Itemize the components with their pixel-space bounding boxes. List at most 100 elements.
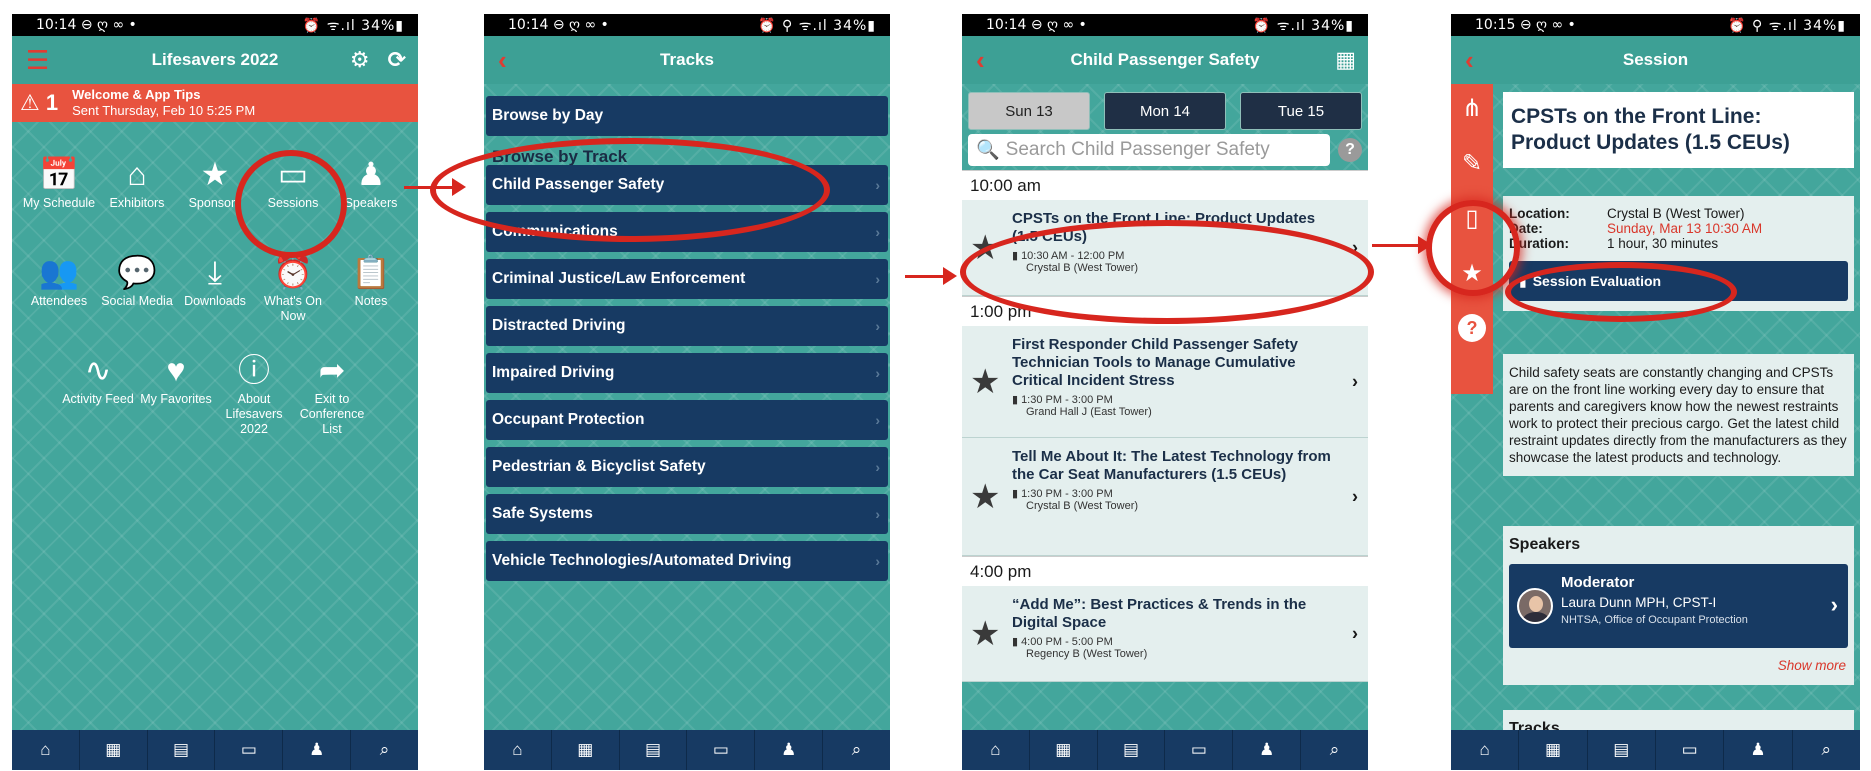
refresh-icon[interactable]: ⟳ (388, 47, 406, 73)
date-label: Date: (1509, 221, 1543, 236)
share-icon[interactable]: ⋔ (1462, 94, 1482, 123)
status-time: 10:14 (508, 17, 549, 33)
star-icon[interactable]: ★ (970, 362, 1000, 402)
home-icon[interactable]: ⌂ (12, 730, 80, 770)
home-icon[interactable]: ⌂ (484, 730, 552, 770)
tile-downloads[interactable]: ⤓ Downloads (176, 250, 254, 348)
day-tab[interactable]: Tue 15 (1240, 92, 1362, 130)
search-input[interactable]: 🔍 Search Child Passenger Safety (968, 134, 1330, 166)
speaker-row[interactable]: Moderator Laura Dunn MPH, CPST-I NHTSA, … (1509, 564, 1848, 648)
track-item[interactable]: Pedestrian & Bicyclist Safety › (486, 447, 888, 487)
app-header: ‹ Tracks (484, 36, 890, 84)
track-item[interactable]: Vehicle Technologies/Automated Driving › (486, 541, 888, 581)
tile-my-favorites[interactable]: ♥ My Favorites (137, 348, 215, 446)
location-value: Crystal B (West Tower) (1607, 206, 1745, 221)
booth-icon[interactable]: ▦ (80, 730, 148, 770)
booth-icon[interactable]: ▦ (552, 730, 620, 770)
screen-title: Child Passenger Safety (1070, 50, 1260, 69)
search-icon[interactable]: ⌕ (1793, 730, 1860, 770)
session-title: “Add Me”: Best Practices & Trends in the… (1012, 596, 1307, 631)
tile-notes[interactable]: 📋 Notes (332, 250, 410, 348)
search-icon[interactable]: ⌕ (1301, 730, 1368, 770)
calendar-icon[interactable]: ▤ (620, 730, 688, 770)
duration-label: Duration: (1509, 236, 1569, 251)
tile-my-schedule[interactable]: 📅 My Schedule (20, 152, 98, 250)
session-row[interactable]: ★ “Add Me”: Best Practices & Trends in t… (962, 586, 1368, 682)
track-item[interactable]: Impaired Driving › (486, 353, 888, 393)
speakers-heading: Speakers (1509, 536, 1581, 553)
session-time: 1:30 PM - 3:00 PM (1021, 394, 1113, 406)
phone-schedule-screen: 10:14 ⊖ ღ ∞ • ⏰ ᯤ.ıl 34%▮ ‹ Child Passen… (962, 14, 1368, 770)
status-icons-left: ⊖ ღ ∞ • (1519, 17, 1576, 33)
search-row: 🔍 Search Child Passenger Safety ? (962, 130, 1368, 170)
bottom-nav: ⌂ ▦ ▤ ▭ ♟ ⌕ (962, 730, 1368, 770)
tile-attendees[interactable]: 👥 Attendees (20, 250, 98, 348)
booth-icon[interactable]: ▦ (1030, 730, 1098, 770)
location-label: Location: (1509, 206, 1570, 221)
track-item[interactable]: Occupant Protection › (486, 400, 888, 440)
show-more-link[interactable]: Show more (1503, 648, 1854, 685)
status-icons-right: ⏰ ⚲ ᯤ.ıl 34%▮ (1728, 17, 1846, 34)
share-icon: ➦ (318, 352, 346, 388)
speaker-icon[interactable]: ♟ (755, 730, 824, 770)
easel-icon[interactable]: ▭ (1165, 730, 1234, 770)
tile-label: Activity Feed (62, 392, 134, 406)
star-icon[interactable]: ★ (970, 477, 1000, 517)
highlight-ring-evaluation (1505, 262, 1737, 322)
track-item[interactable]: Criminal Justice/Law Enforcement › (486, 259, 888, 299)
tile-about[interactable]: ⓘ About Lifesavers 2022 (215, 348, 293, 446)
phone-tracks-screen: 10:14 ⊖ ღ ∞ • ⏰ ⚲ ᯤ.ıl 34%▮ ‹ Tracks Bro… (484, 14, 890, 770)
chevron-right-icon: › (875, 318, 880, 334)
tile-whats-on-now[interactable]: ⏰ What's On Now (254, 250, 332, 348)
calendar-icon[interactable]: ▤ (148, 730, 216, 770)
chevron-right-icon: › (1830, 592, 1838, 617)
back-icon[interactable]: ‹ (1465, 36, 1474, 84)
menu-icon[interactable]: ☰ (26, 36, 49, 84)
track-item[interactable]: Distracted Driving › (486, 306, 888, 346)
tile-exhibitors[interactable]: ⌂ Exhibitors (98, 152, 176, 250)
help-icon[interactable]: ? (1338, 138, 1362, 162)
speaker-icon[interactable]: ♟ (1724, 730, 1793, 770)
star-icon[interactable]: ★ (970, 614, 1000, 654)
easel-icon[interactable]: ▭ (1656, 730, 1725, 770)
alert-banner[interactable]: ⚠ 1 Welcome & App Tips Sent Thursday, Fe… (12, 84, 418, 122)
chevron-right-icon: › (875, 365, 880, 381)
speakers-card: Speakers Moderator Laura Dunn MPH, CPST-… (1503, 526, 1854, 685)
tile-social-media[interactable]: 💬 Social Media (98, 250, 176, 348)
screen-title: Session (1622, 50, 1689, 69)
search-icon[interactable]: ⌕ (351, 730, 418, 770)
date-value[interactable]: Sunday, Mar 13 10:30 AM (1607, 221, 1762, 236)
browse-by-day-button[interactable]: Browse by Day (486, 96, 888, 136)
back-icon[interactable]: ‹ (498, 36, 507, 84)
easel-icon[interactable]: ▭ (215, 730, 284, 770)
calendar-icon[interactable]: ▤ (1588, 730, 1656, 770)
status-bar: 10:14 ⊖ ღ ∞ • ⏰ ⚲ ᯤ.ıl 34%▮ (484, 14, 890, 36)
session-row[interactable]: ★ First Responder Child Passenger Safety… (962, 326, 1368, 438)
session-description: Child safety seats are constantly changi… (1509, 365, 1847, 465)
back-icon[interactable]: ‹ (976, 36, 985, 84)
pencil-icon[interactable]: ✎ (1462, 149, 1482, 178)
easel-icon[interactable]: ▭ (687, 730, 756, 770)
calendar-icon[interactable]: ▤ (1098, 730, 1166, 770)
alert-count: 1 (45, 90, 59, 115)
tile-activity-feed[interactable]: ∿ Activity Feed (59, 348, 137, 446)
home-icon[interactable]: ⌂ (962, 730, 1030, 770)
speaker-icon: ♟ (356, 156, 386, 192)
calendar-grid-icon[interactable]: ▦ (1335, 47, 1356, 73)
day-tab[interactable]: Mon 14 (1104, 92, 1226, 130)
speaker-icon[interactable]: ♟ (283, 730, 352, 770)
day-tab[interactable]: Sun 13 (968, 92, 1090, 130)
gear-icon[interactable]: ⚙ (350, 47, 370, 73)
help-icon[interactable]: ? (1458, 314, 1486, 342)
speaker-org: NHTSA, Office of Occupant Protection (1561, 614, 1748, 626)
tile-exit-conference[interactable]: ➦ Exit to Conference List (293, 348, 371, 446)
search-icon[interactable]: ⌕ (823, 730, 890, 770)
home-icon[interactable]: ⌂ (1451, 730, 1520, 770)
chevron-right-icon: › (875, 459, 880, 475)
speaker-icon[interactable]: ♟ (1233, 730, 1302, 770)
track-item[interactable]: Safe Systems › (486, 494, 888, 534)
session-row[interactable]: ★ Tell Me About It: The Latest Technolog… (962, 438, 1368, 556)
booth-icon[interactable]: ▦ (1519, 730, 1588, 770)
chevron-right-icon: › (875, 506, 880, 522)
list-item-label: Pedestrian & Bicyclist Safety (492, 458, 706, 475)
